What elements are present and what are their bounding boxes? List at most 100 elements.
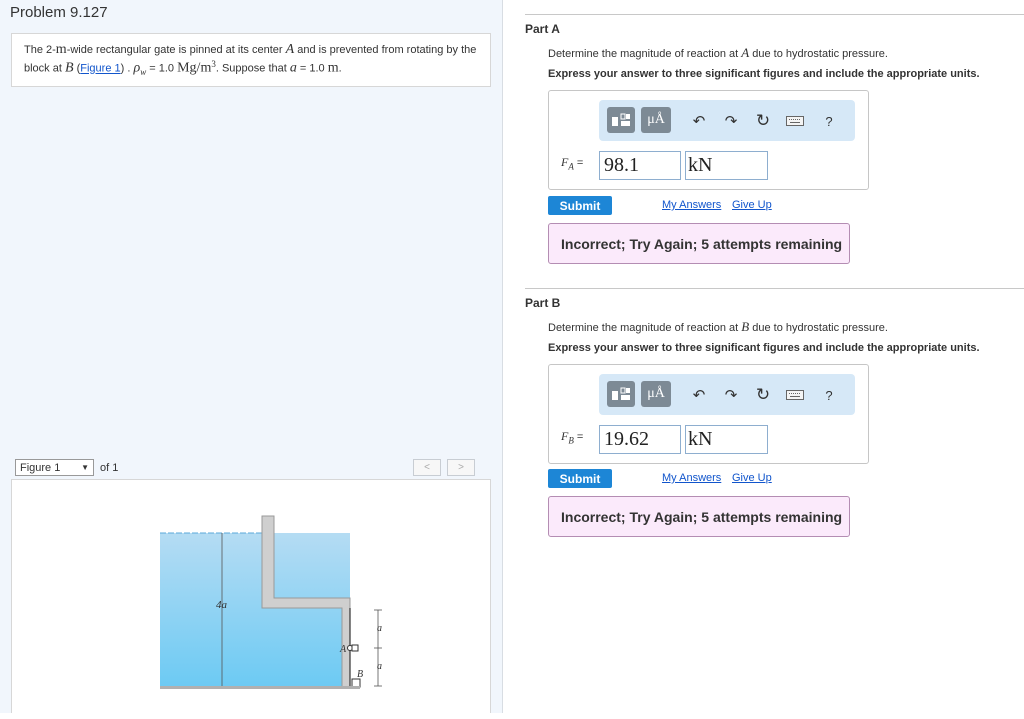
- undo-icon: ↶: [692, 387, 706, 404]
- part-a-submit-button[interactable]: Submit: [548, 196, 612, 215]
- part-b-submit-button[interactable]: Submit: [548, 469, 612, 488]
- reset-icon: ↻: [755, 385, 771, 404]
- help-icon: ?: [825, 113, 833, 129]
- part-a-my-answers-link[interactable]: My Answers: [662, 199, 721, 211]
- depth-label-4a: 4a: [216, 599, 228, 611]
- part-a-answer-label: FA =: [561, 155, 583, 171]
- part-a-equals: =: [573, 157, 584, 169]
- help-button[interactable]: ?: [819, 385, 839, 405]
- part-b-answer-box: μÅ ↶ ↷ ↻ ? FB = 19.62 kN: [548, 364, 869, 464]
- part-a-question-point: A: [741, 45, 750, 60]
- statement-var-a: a: [289, 60, 297, 76]
- statement-text-6: = 1.0: [146, 62, 178, 75]
- statement-length-unit: m: [327, 60, 339, 76]
- keyboard-icon: [786, 116, 804, 126]
- statement-text-9: .: [338, 62, 342, 75]
- part-a-divider: [525, 14, 1024, 15]
- problem-pane: Problem 9.127 The 2-m-wide rectangular g…: [0, 0, 503, 713]
- figure-navigation: Figure 1 ▼ of 1 < >: [15, 458, 491, 477]
- redo-icon: ↷: [724, 113, 738, 130]
- part-b-divider: [525, 288, 1024, 289]
- part-a-feedback: Incorrect; Try Again; 5 attempts remaini…: [548, 223, 850, 264]
- figure-link[interactable]: Figure 1: [80, 63, 120, 75]
- undo-button[interactable]: ↶: [689, 385, 709, 405]
- keyboard-button[interactable]: [785, 111, 805, 131]
- statement-width-unit: m: [55, 42, 67, 57]
- part-a-question-pre: Determine the magnitude of reaction at: [548, 48, 742, 60]
- units-icon: μÅ: [647, 112, 665, 127]
- keyboard-icon: [786, 390, 804, 400]
- part-a-title: Part A: [525, 22, 560, 36]
- chevron-right-icon: >: [458, 462, 464, 473]
- part-b-answer-label: FB =: [561, 429, 583, 445]
- templates-icon: [612, 387, 630, 400]
- part-a-instructions: Express your answer to three significant…: [548, 68, 980, 80]
- part-b-my-answers-link[interactable]: My Answers: [662, 472, 721, 484]
- part-a-give-up-link[interactable]: Give Up: [732, 199, 772, 211]
- part-a-question: Determine the magnitude of reaction at A…: [548, 45, 888, 61]
- statement-text-5: ) .: [120, 62, 134, 75]
- undo-icon: ↶: [692, 113, 706, 130]
- statement-text-2: -wide rectangular gate is pinned at its …: [66, 44, 286, 56]
- gate-diagram: 4a A B a a: [160, 515, 382, 689]
- statement-text-8: = 1.0: [296, 62, 328, 75]
- statement-density-unit: Mg/m: [177, 60, 212, 76]
- point-b-label: B: [357, 669, 363, 680]
- part-b-toolbar: μÅ ↶ ↷ ↻ ?: [599, 374, 855, 415]
- part-b-equals: =: [573, 431, 584, 443]
- point-a-label: A: [339, 644, 347, 655]
- templates-icon: [612, 113, 630, 126]
- part-a-unit-input[interactable]: kN: [685, 151, 768, 180]
- water-region: [160, 533, 350, 687]
- redo-button[interactable]: ↷: [721, 385, 741, 405]
- part-b-question: Determine the magnitude of reaction at B…: [548, 319, 888, 335]
- statement-text-1: The 2-: [24, 44, 56, 56]
- part-a-question-post: due to hydrostatic pressure.: [749, 48, 888, 60]
- block-b: [351, 678, 361, 688]
- figure-count: of 1: [100, 461, 119, 474]
- help-icon: ?: [825, 387, 833, 403]
- keyboard-button[interactable]: [785, 385, 805, 405]
- part-b-instructions: Express your answer to three significant…: [548, 342, 980, 354]
- chevron-left-icon: <: [424, 462, 430, 473]
- part-a-answer-box: μÅ ↶ ↷ ↻ ? FA = 98.1 kN: [548, 90, 869, 190]
- statement-point-b: B: [64, 60, 74, 76]
- next-figure-button[interactable]: >: [447, 459, 475, 476]
- part-b-value-input[interactable]: 19.62: [599, 425, 681, 454]
- figure-select[interactable]: Figure 1 ▼: [15, 459, 94, 476]
- templates-button[interactable]: [607, 107, 635, 133]
- previous-figure-button[interactable]: <: [413, 459, 441, 476]
- units-icon: μÅ: [647, 386, 665, 401]
- part-b-question-point: B: [741, 319, 750, 334]
- figure-panel: 4a A B a a: [11, 479, 491, 713]
- figure-select-value: Figure 1: [20, 461, 61, 474]
- part-b-unit-input[interactable]: kN: [685, 425, 768, 454]
- statement-point-a: A: [285, 42, 295, 57]
- problem-statement: The 2-m-wide rectangular gate is pinned …: [11, 33, 491, 87]
- part-a-toolbar: μÅ ↶ ↷ ↻ ?: [599, 100, 855, 141]
- ground-slab: [160, 686, 360, 689]
- figure-pager: < >: [413, 459, 475, 476]
- help-button[interactable]: ?: [819, 111, 839, 131]
- redo-button[interactable]: ↷: [721, 111, 741, 131]
- reset-icon: ↻: [755, 111, 771, 130]
- part-a-section: Part A Determine the magnitude of reacti…: [525, 14, 1024, 274]
- dim-label-a-upper: a: [377, 623, 382, 634]
- templates-button[interactable]: [607, 381, 635, 407]
- undo-button[interactable]: ↶: [689, 111, 709, 131]
- part-b-feedback: Incorrect; Try Again; 5 attempts remaini…: [548, 496, 850, 537]
- part-b-section: Part B Determine the magnitude of reacti…: [525, 288, 1024, 548]
- part-b-question-post: due to hydrostatic pressure.: [749, 322, 888, 334]
- part-b-give-up-link[interactable]: Give Up: [732, 472, 772, 484]
- part-b-question-pre: Determine the magnitude of reaction at: [548, 322, 742, 334]
- reset-button[interactable]: ↻: [753, 111, 773, 131]
- units-button[interactable]: μÅ: [641, 381, 671, 407]
- reset-button[interactable]: ↻: [753, 385, 773, 405]
- dim-label-a-lower: a: [377, 661, 382, 672]
- units-button[interactable]: μÅ: [641, 107, 671, 133]
- gate-bracket: [351, 644, 359, 652]
- part-b-title: Part B: [525, 296, 561, 310]
- problem-title: Problem 9.127: [10, 4, 108, 21]
- part-a-value-input[interactable]: 98.1: [599, 151, 681, 180]
- caret-down-icon: ▼: [81, 463, 89, 472]
